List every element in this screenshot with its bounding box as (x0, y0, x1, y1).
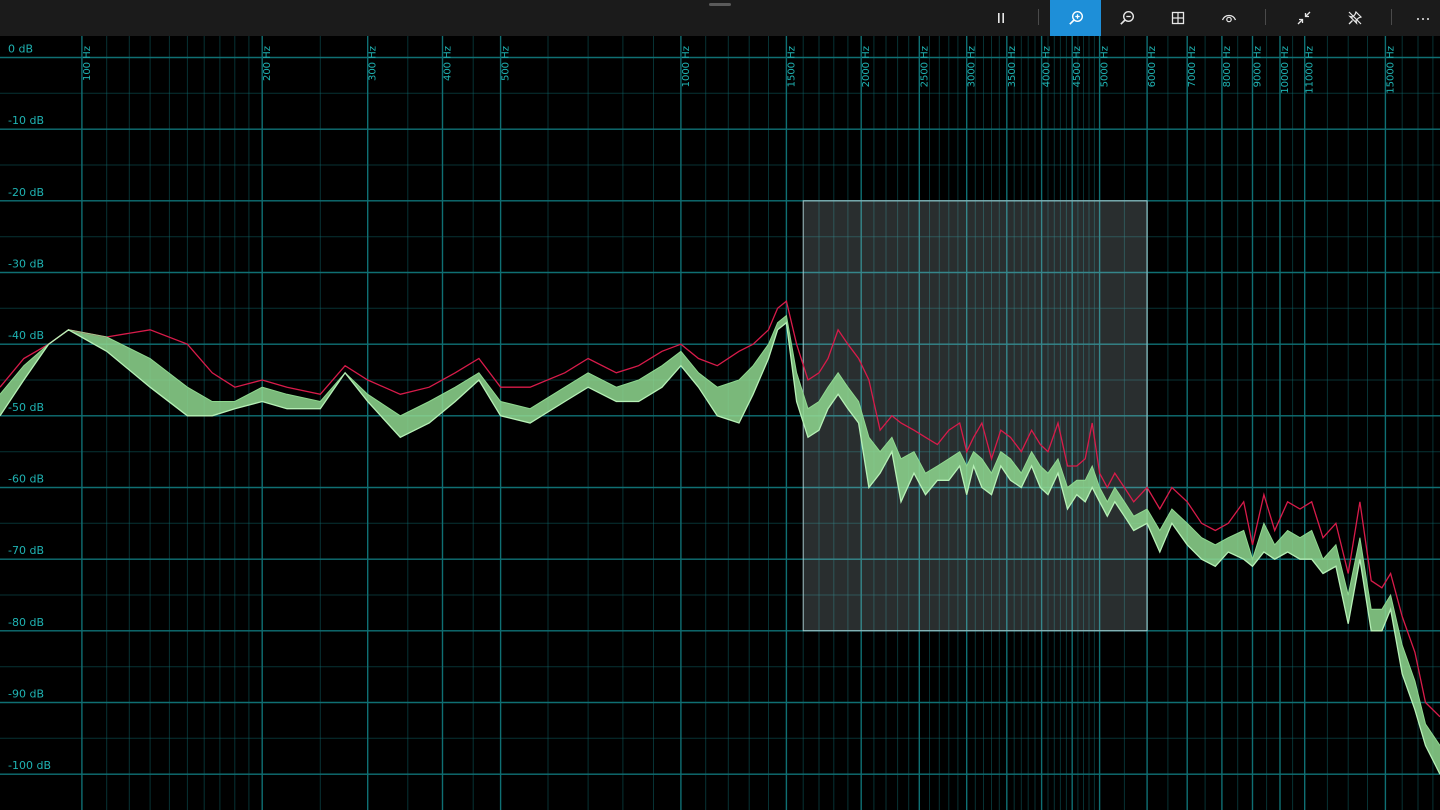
y-tick-label: -60 dB (8, 473, 44, 486)
y-tick-label: -10 dB (8, 114, 44, 127)
y-tick-label: -80 dB (8, 616, 44, 629)
grid-button[interactable] (1152, 0, 1203, 36)
x-tick-label: 3500 Hz (1007, 46, 1018, 87)
x-tick-label: 9000 Hz (1253, 46, 1264, 87)
minor-grid (0, 36, 1440, 810)
x-tick-label: 5000 Hz (1100, 46, 1111, 87)
spectrum-plot[interactable]: 100 Hz 200 Hz 300 Hz 400 Hz 500 Hz 1000 Hz 150… (0, 36, 1440, 810)
x-tick-label: 4000 Hz (1042, 46, 1053, 87)
x-tick-label: 8000 Hz (1222, 46, 1233, 87)
x-tick-label: 400 Hz (443, 46, 454, 81)
toolbar (0, 0, 1440, 36)
y-tick-label: 0 dB (8, 43, 33, 56)
unpin-button[interactable] (1329, 0, 1380, 36)
y-tick-label: -100 dB (8, 759, 51, 772)
x-tick-label: 1500 Hz (786, 46, 797, 87)
y-tick-label: -90 dB (8, 688, 44, 701)
drag-handle[interactable] (709, 3, 731, 6)
toolbar-separator (1038, 9, 1039, 25)
more-button[interactable] (1397, 0, 1440, 36)
y-tick-label: -50 dB (8, 401, 44, 414)
average-band (0, 315, 1440, 775)
zoom-out-icon (1119, 10, 1134, 25)
eye-icon (1221, 14, 1236, 23)
unpin-icon (1347, 10, 1362, 25)
x-tick-label: 200 Hz (262, 46, 273, 81)
y-tick-label: -70 dB (8, 544, 44, 557)
x-tick-label: 2500 Hz (919, 46, 930, 87)
x-tick-label: 100 Hz (82, 46, 93, 81)
x-tick-label: 11000 Hz (1305, 46, 1316, 94)
x-tick-label: 500 Hz (501, 46, 512, 81)
toolbar-separator (1391, 9, 1392, 25)
x-tick-label: 6000 Hz (1147, 46, 1158, 87)
pause-button[interactable] (975, 0, 1026, 36)
spectrum-chart[interactable]: 100 Hz 200 Hz 300 Hz 400 Hz 500 Hz 1000 Hz 150… (0, 36, 1440, 810)
collapse-button[interactable] (1278, 0, 1329, 36)
peak-line (0, 300, 1440, 718)
x-tick-label: 1000 Hz (681, 46, 692, 87)
major-grid (0, 36, 1440, 810)
x-tick-label: 300 Hz (368, 46, 379, 81)
x-tick-label: 2000 Hz (861, 46, 872, 87)
grid-icon (1171, 11, 1184, 25)
view-button[interactable] (1203, 0, 1254, 36)
x-tick-label: 4500 Hz (1072, 46, 1083, 87)
y-tick-label: -40 dB (8, 329, 44, 342)
x-tick-label: 15000 Hz (1385, 46, 1396, 94)
y-tick-label: -20 dB (8, 186, 44, 199)
x-tick-label: 7000 Hz (1187, 46, 1198, 87)
y-tick-label: -30 dB (8, 258, 44, 271)
x-tick-label: 10000 Hz (1280, 46, 1291, 94)
toolbar-separator (1265, 9, 1266, 25)
zoom-out-button[interactable] (1101, 0, 1152, 36)
zoom-in-button[interactable] (1050, 0, 1101, 36)
x-tick-label: 3000 Hz (967, 46, 978, 87)
zoom-in-icon (1068, 10, 1083, 25)
collapse-icon (1297, 11, 1310, 25)
pause-icon (997, 13, 1004, 23)
more-icon (1416, 18, 1429, 20)
